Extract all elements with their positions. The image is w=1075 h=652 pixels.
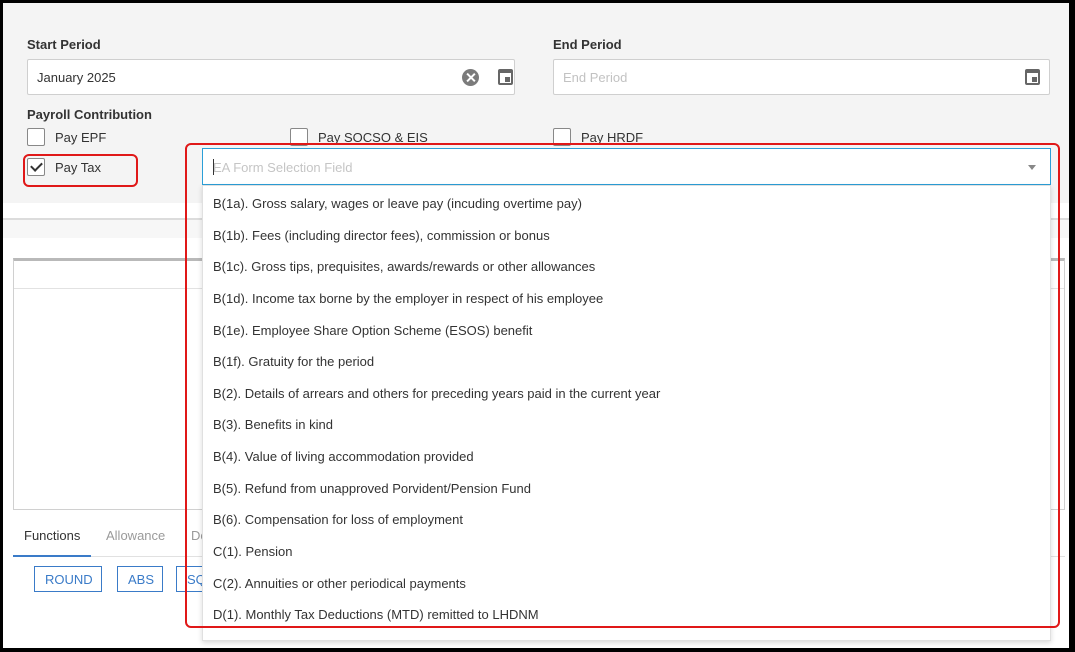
pay-hrdf-checkbox[interactable] [553, 128, 571, 146]
end-period-label: End Period [553, 37, 622, 52]
ea-form-select[interactable]: EA Form Selection Field [202, 148, 1051, 185]
pay-epf-checkbox[interactable] [27, 128, 45, 146]
ea-option[interactable]: B(1f). Gratuity for the period [213, 354, 374, 369]
abs-function-button[interactable]: ABS [117, 566, 163, 592]
ea-option[interactable]: B(1e). Employee Share Option Scheme (ESO… [213, 323, 532, 338]
clear-icon[interactable] [462, 69, 479, 86]
pay-epf-label: Pay EPF [55, 130, 107, 145]
ea-option[interactable]: B(4). Value of living accommodation prov… [213, 449, 474, 464]
pay-hrdf-label: Pay HRDF [581, 130, 644, 145]
tab-allowance[interactable]: Allowance [106, 528, 165, 543]
app-frame: Start Period January 2025 End Period End… [3, 3, 1069, 648]
payroll-contribution-title: Payroll Contribution [27, 107, 152, 122]
end-period-field[interactable]: End Period [553, 59, 1050, 95]
calendar-icon[interactable] [498, 69, 513, 85]
start-period-value: January 2025 [37, 70, 116, 85]
ea-option[interactable]: B(1d). Income tax borne by the employer … [213, 291, 603, 306]
pay-tax-label: Pay Tax [55, 160, 102, 175]
ea-option[interactable]: B(1b). Fees (including director fees), c… [213, 228, 550, 243]
triangle-down-icon[interactable] [1028, 165, 1036, 170]
calendar-icon[interactable] [1025, 69, 1040, 85]
ea-option[interactable]: C(2). Annuities or other periodical paym… [213, 576, 466, 591]
ea-option[interactable]: D(1). Monthly Tax Deductions (MTD) remit… [213, 607, 539, 622]
pay-socso-eis-label: Pay SOCSO & EIS [318, 130, 428, 145]
ea-option[interactable]: B(5). Refund from unapproved Porvident/P… [213, 481, 531, 496]
start-period-label: Start Period [27, 37, 101, 52]
round-function-button[interactable]: ROUND [34, 566, 102, 592]
ea-form-placeholder: EA Form Selection Field [213, 160, 353, 175]
pay-socso-eis-checkbox[interactable] [290, 128, 308, 146]
text-cursor [213, 159, 214, 175]
ea-option[interactable]: C(1). Pension [213, 544, 292, 559]
ea-form-options-list: B(1a). Gross salary, wages or leave pay … [202, 185, 1051, 641]
active-tab-indicator [13, 555, 91, 557]
pay-tax-checkbox[interactable] [27, 158, 45, 176]
start-period-field[interactable]: January 2025 [27, 59, 515, 95]
tab-functions[interactable]: Functions [24, 528, 80, 543]
ea-option[interactable]: B(1a). Gross salary, wages or leave pay … [213, 196, 582, 211]
end-period-placeholder: End Period [563, 70, 628, 85]
ea-option[interactable]: B(2). Details of arrears and others for … [213, 386, 660, 401]
ea-option[interactable]: B(1c). Gross tips, prequisites, awards/r… [213, 259, 595, 274]
ea-option[interactable]: B(6). Compensation for loss of employmen… [213, 512, 463, 527]
ea-option[interactable]: B(3). Benefits in kind [213, 417, 333, 432]
